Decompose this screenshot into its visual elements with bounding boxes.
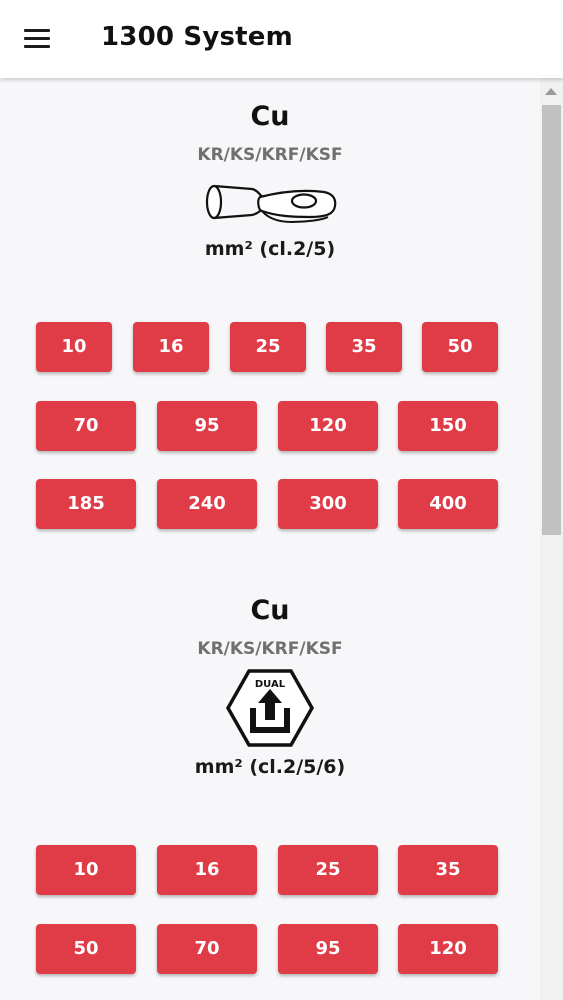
size-button-10[interactable]: 10	[36, 322, 112, 372]
size-button-70[interactable]: 70	[157, 924, 257, 974]
size-button-400[interactable]: 400	[398, 479, 498, 529]
content-area: Cu KR/KS/KRF/KSF mm² (cl.2/5) 10 16 25 3…	[0, 78, 540, 1000]
size-button-120[interactable]: 120	[278, 401, 378, 451]
size-button-70[interactable]: 70	[36, 401, 136, 451]
section-title: Cu	[250, 101, 290, 132]
section-cu-cl256: Cu KR/KS/KRF/KSF DUAL mm² (cl.2/5/6)	[0, 594, 540, 780]
scroll-up-arrow-icon[interactable]	[545, 88, 557, 95]
size-button-35[interactable]: 35	[398, 845, 498, 895]
size-button-50[interactable]: 50	[422, 322, 498, 372]
app-bar: 1300 System	[0, 0, 563, 78]
size-button-25[interactable]: 25	[278, 845, 378, 895]
dual-hexagon-icon: DUAL	[225, 669, 315, 747]
size-button-25[interactable]: 25	[230, 322, 306, 372]
section-subtitle: KR/KS/KRF/KSF	[197, 145, 343, 165]
section-subtitle: KR/KS/KRF/KSF	[197, 639, 343, 659]
size-button-16[interactable]: 16	[157, 845, 257, 895]
section-title: Cu	[250, 595, 290, 626]
unit-label: mm² (cl.2/5)	[204, 238, 336, 260]
scroll-thumb[interactable]	[542, 105, 561, 535]
hamburger-menu-icon[interactable]	[22, 26, 52, 52]
size-button-240[interactable]: 240	[157, 479, 257, 529]
size-button-185[interactable]: 185	[36, 479, 136, 529]
size-button-35[interactable]: 35	[326, 322, 402, 372]
section-cu-cl25: Cu KR/KS/KRF/KSF mm² (cl.2/5)	[0, 100, 540, 262]
scrollbar[interactable]	[540, 78, 563, 1000]
size-button-150[interactable]: 150	[398, 401, 498, 451]
cable-lug-icon	[205, 184, 337, 224]
dual-label: DUAL	[255, 679, 286, 690]
size-button-16[interactable]: 16	[133, 322, 209, 372]
size-button-10[interactable]: 10	[36, 845, 136, 895]
size-button-95[interactable]: 95	[157, 401, 257, 451]
size-button-120[interactable]: 120	[398, 924, 498, 974]
size-button-95[interactable]: 95	[278, 924, 378, 974]
size-button-50[interactable]: 50	[36, 924, 136, 974]
page-title: 1300 System	[101, 22, 293, 52]
size-button-300[interactable]: 300	[278, 479, 378, 529]
unit-label: mm² (cl.2/5/6)	[194, 756, 346, 778]
